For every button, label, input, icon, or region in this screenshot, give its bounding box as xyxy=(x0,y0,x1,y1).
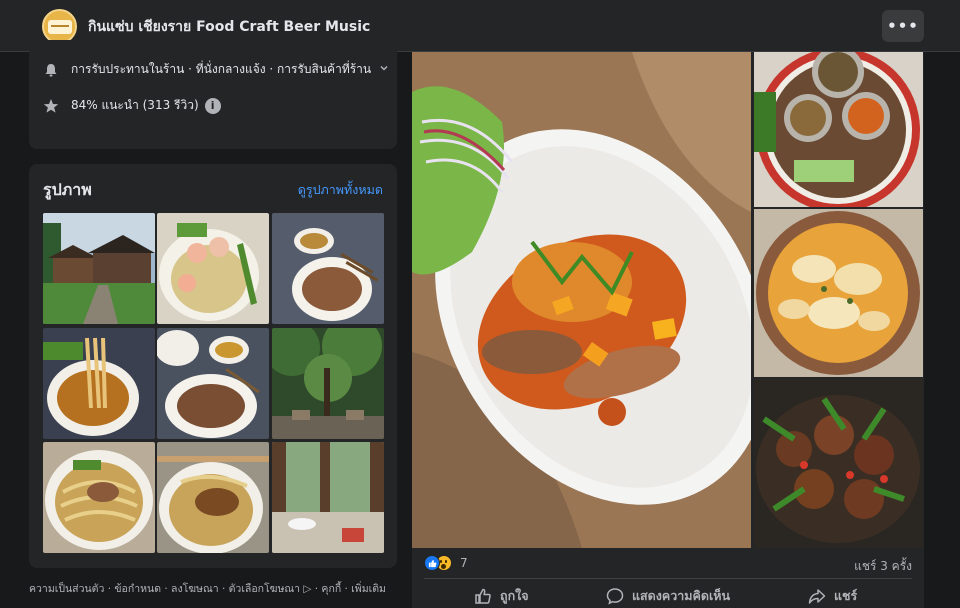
photo-thumbnail[interactable] xyxy=(43,213,155,324)
photo-thumbnail[interactable] xyxy=(43,328,155,439)
more-options-button[interactable]: ••• xyxy=(882,10,924,42)
page-avatar[interactable] xyxy=(42,9,77,44)
comment-button[interactable]: แสดงความคิดเห็น xyxy=(606,586,730,606)
rating-row[interactable]: 84% แนะนำ (313 รีวิว) i xyxy=(43,96,221,115)
star-icon xyxy=(43,98,59,114)
reactions-summary[interactable]: 7 xyxy=(424,555,468,571)
share-label: แชร์ xyxy=(834,588,858,603)
post-photo-side-1[interactable] xyxy=(754,52,923,207)
share-button[interactable]: แชร์ xyxy=(808,586,857,606)
photo-thumbnail[interactable] xyxy=(272,213,384,324)
photo-thumbnail[interactable] xyxy=(157,328,269,439)
bell-icon xyxy=(43,62,59,78)
photo-thumbnail[interactable] xyxy=(272,442,384,553)
page-name[interactable]: กินแซ่บ เชียงราย Food Craft Beer Music xyxy=(88,16,370,38)
like-reaction-icon xyxy=(424,555,440,571)
post-photo-side-3[interactable] xyxy=(754,379,923,548)
services-text: การรับประทานในร้าน · ที่นั่งกลางแจ้ง · ก… xyxy=(71,62,372,76)
comment-label: แสดงความคิดเห็น xyxy=(632,588,731,603)
photos-title: รูปภาพ xyxy=(43,180,92,199)
page-info-card: การรับประทานในร้าน · ที่นั่งกลางแจ้ง · ก… xyxy=(29,40,397,149)
info-icon[interactable]: i xyxy=(204,97,221,114)
photo-thumbnail[interactable] xyxy=(157,442,269,553)
services-row[interactable]: การรับประทานในร้าน · ที่นั่งกลางแจ้ง · ก… xyxy=(43,60,389,79)
post-photo-main[interactable] xyxy=(412,52,751,548)
post-divider xyxy=(424,578,912,579)
photo-thumbnail[interactable] xyxy=(272,328,384,439)
thumbs-up-icon xyxy=(475,588,491,604)
page-logo-icon xyxy=(47,19,72,34)
share-count[interactable]: แชร์ 3 ครั้ง xyxy=(854,557,912,576)
photo-thumbnail[interactable] xyxy=(157,213,269,324)
comment-icon xyxy=(606,588,624,605)
chevron-down-icon[interactable] xyxy=(379,63,389,76)
photo-thumbnail[interactable] xyxy=(43,442,155,553)
footer-links[interactable]: ความเป็นส่วนตัว · ข้อกำหนด · ลงโฆษณา · ต… xyxy=(29,580,386,597)
share-arrow-icon xyxy=(808,589,826,604)
rating-text: 84% แนะนำ (313 รีวิว) xyxy=(71,98,199,112)
see-all-photos-link[interactable]: ดูรูปภาพทั้งหมด xyxy=(298,180,383,200)
like-label: ถูกใจ xyxy=(500,588,529,603)
reaction-count: 7 xyxy=(460,556,468,570)
like-button[interactable]: ถูกใจ xyxy=(474,586,529,606)
post-photo-side-2[interactable] xyxy=(754,209,923,377)
